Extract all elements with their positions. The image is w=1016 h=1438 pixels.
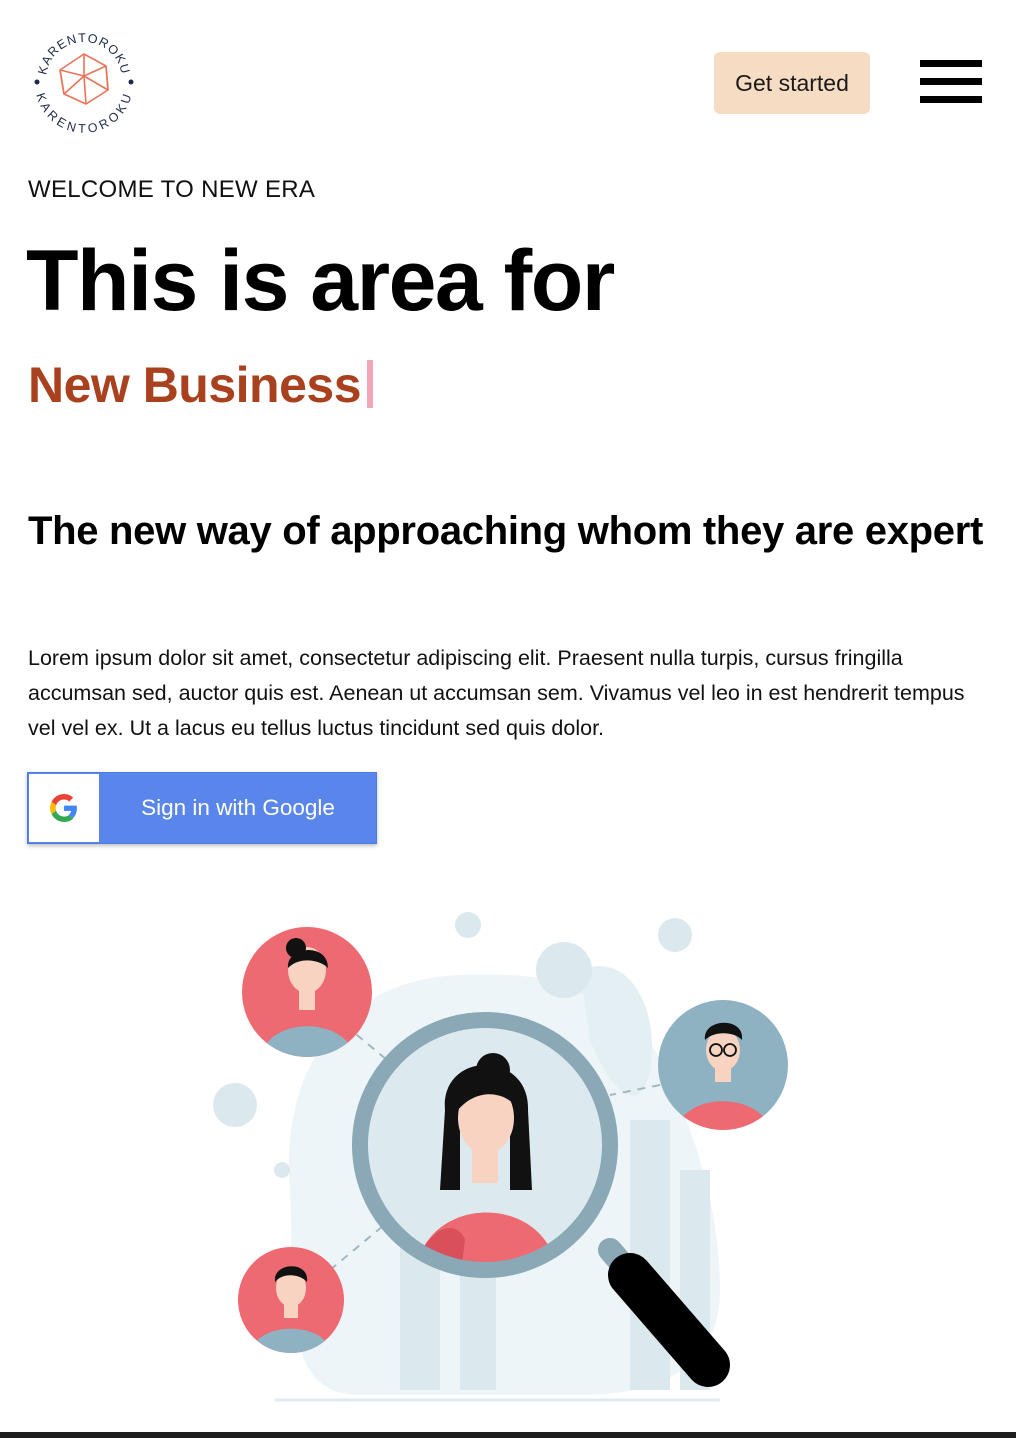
eyebrow-text: WELCOME TO NEW ERA	[28, 176, 316, 203]
menu-line	[920, 96, 982, 103]
menu-line	[920, 60, 982, 67]
body-paragraph: Lorem ipsum dolor sit amet, consectetur …	[28, 646, 965, 740]
menu-line	[920, 78, 982, 85]
logo-emblem-icon: KARENTOROKU KARENTOROKU	[33, 31, 134, 136]
typed-headline: New Business	[28, 357, 374, 413]
svg-text:KARENTOROKU: KARENTOROKU	[33, 91, 134, 136]
search-people-illustration	[213, 912, 788, 1402]
bottom-bar	[0, 1432, 1016, 1438]
section-subheading: The new way of approaching whom they are…	[28, 509, 984, 553]
google-signin-button[interactable]: Sign in with Google	[27, 772, 377, 844]
hamburger-menu-icon[interactable]	[920, 58, 982, 106]
typing-caret	[367, 360, 374, 408]
google-icon-container	[29, 774, 99, 842]
get-started-button[interactable]: Get started	[714, 52, 870, 114]
hero-illustration	[160, 890, 860, 1410]
google-g-icon	[50, 794, 77, 822]
typed-text: New Business	[28, 357, 362, 413]
logo-text-bottom: KARENTOROKU	[33, 91, 133, 136]
google-signin-label: Sign in with Google	[141, 795, 335, 820]
landing-page: KARENTOROKU KARENTOROKU Get started WELC…	[0, 0, 1016, 1438]
hero-headline: This is area for	[26, 233, 615, 329]
logo[interactable]: KARENTOROKU KARENTOROKU	[28, 24, 140, 136]
